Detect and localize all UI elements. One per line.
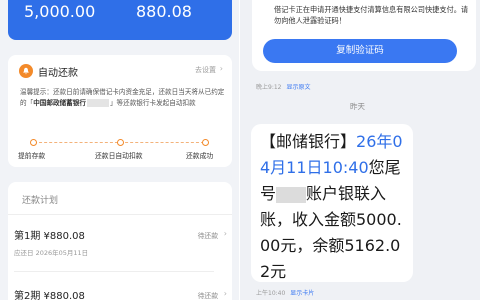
masked-account-number bbox=[276, 186, 307, 203]
show-original-link[interactable]: 显示原文 bbox=[286, 84, 310, 91]
bell-icon bbox=[19, 64, 33, 78]
bank-sms-bubble: 【邮储银行】26年04月11日10:40您尾号 账户银联入账，收入金额5000.0… bbox=[251, 124, 413, 282]
period-label[interactable]: 第2期 ¥880.08 bbox=[14, 287, 85, 300]
bank-name: 【邮储银行】 bbox=[260, 132, 357, 151]
step-label: 提前存款 bbox=[18, 152, 46, 160]
plan-title: 还款计划 bbox=[22, 196, 59, 206]
period-status[interactable]: 待还款 bbox=[198, 290, 218, 300]
verification-sms: 借记卡正在申请开通快捷支付清算信息有限公司快捷支付。请勿向他人泄露验证码！ 复制… bbox=[252, 0, 476, 71]
loan-summary-card: 5,000.00 880.08 bbox=[8, 0, 232, 40]
bank-sms-text: 【邮储银行】26年04月11日10:40您尾号 账户银联入账，收入金额5000.0… bbox=[260, 129, 410, 285]
step-dot bbox=[117, 139, 124, 146]
sms-meta: 晚上9:12 显示原文 bbox=[256, 82, 311, 91]
date-separator: 昨天 bbox=[350, 102, 365, 111]
chevron-right-icon[interactable]: › bbox=[224, 229, 227, 238]
step-label: 还款成功 bbox=[186, 152, 214, 160]
tip-prefix: 温馨提示：还款日前请确保借记卡内资金充足，还款日当天将从 bbox=[20, 88, 205, 96]
go-settings-link[interactable]: 去设置 bbox=[195, 65, 216, 75]
chevron-right-icon[interactable]: › bbox=[224, 289, 227, 298]
sms-meta: 上午10:40 显示卡片 bbox=[256, 288, 314, 297]
loan-amount: 5,000.00 bbox=[24, 2, 96, 21]
sms-time: 上午10:40 bbox=[256, 290, 286, 297]
period-due-date: 应还日 2026年05月11日 bbox=[14, 249, 89, 257]
tip-bank: 中国邮政储蓄银行 bbox=[33, 99, 86, 107]
period-label[interactable]: 第1期 ¥880.08 bbox=[14, 227, 85, 242]
masked-card-number bbox=[86, 99, 109, 107]
auto-repay-tip: 温馨提示：还款日前请确保借记卡内资金充足，还款日当天将从已约定的「中国邮政储蓄银… bbox=[20, 87, 225, 109]
sms-time: 晚上9:12 bbox=[256, 84, 282, 91]
loan-app-panel: 5,000.00 880.08 自动还款 去设置 › 温馨提示：还款日前请确保借… bbox=[0, 0, 240, 300]
step-dot bbox=[202, 139, 209, 146]
installment-amount: 880.08 bbox=[136, 2, 192, 21]
auto-repay-title: 自动还款 bbox=[38, 68, 78, 79]
sms-text: 借记卡正在申请开通快捷支付清算信息有限公司快捷支付。请勿向他人泄露验证码！ bbox=[274, 5, 469, 25]
step-dot bbox=[30, 139, 37, 146]
step-label: 还款日自动扣款 bbox=[95, 152, 143, 160]
copy-code-button[interactable]: 复制验证码 bbox=[263, 39, 457, 63]
tip-suffix: 」等还款银行卡发起自动扣款 bbox=[109, 99, 196, 107]
divider bbox=[14, 271, 214, 272]
chevron-right-icon[interactable]: › bbox=[220, 64, 223, 73]
divider bbox=[8, 214, 232, 215]
show-card-link[interactable]: 显示卡片 bbox=[290, 290, 314, 297]
period-status[interactable]: 待还款 bbox=[198, 230, 218, 240]
